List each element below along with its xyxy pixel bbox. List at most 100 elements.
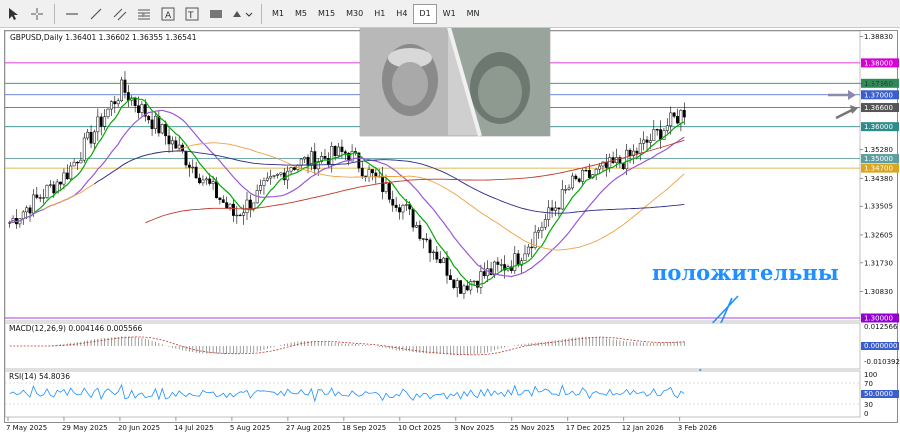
text-tool-icon[interactable]: A <box>157 3 179 25</box>
rsi-axis-50: 50.0000 <box>864 390 893 398</box>
candle-body <box>367 169 371 178</box>
label-tool-icon[interactable]: T <box>181 3 203 25</box>
candle-body <box>516 253 520 266</box>
fibonacci-icon[interactable]: F <box>133 3 155 25</box>
candle-body <box>537 230 540 233</box>
candle-body <box>526 246 530 255</box>
timeframe-m30[interactable]: M30 <box>341 4 368 24</box>
more-objects-icon[interactable] <box>229 3 255 25</box>
candle-body <box>228 203 232 208</box>
candle-body <box>679 109 683 124</box>
candle-body <box>194 166 198 179</box>
timeframe-h4[interactable]: H4 <box>391 4 412 24</box>
candle-body <box>89 131 93 144</box>
candle-body <box>126 92 130 101</box>
currency-photo-image <box>359 28 551 137</box>
level-tag-label: 1.35000 <box>864 155 893 163</box>
date-axis-label: 20 Jun 2025 <box>118 424 160 432</box>
candle-body <box>79 159 83 164</box>
candle-body <box>587 170 591 178</box>
svg-text:T: T <box>187 11 194 21</box>
date-axis-label: 17 Dec 2025 <box>566 424 611 432</box>
candle-body <box>543 219 547 228</box>
candle-body <box>201 179 205 184</box>
candle-body <box>445 257 449 276</box>
candle-body <box>133 97 137 106</box>
equidistant-channel-icon[interactable] <box>109 3 131 25</box>
candle-body <box>59 181 62 185</box>
candle-body <box>293 167 296 170</box>
macd-axis-bottom: -0.010392 <box>864 358 900 366</box>
level-tag-label: 1.38000 <box>864 59 893 67</box>
price-axis-label: 1.34380 <box>864 175 893 183</box>
candle-body <box>435 251 439 260</box>
candle-body <box>584 170 588 172</box>
candle-body <box>682 109 686 118</box>
candle-body <box>425 238 429 241</box>
timeframe-d1[interactable]: D1 <box>413 3 437 24</box>
candle-body <box>99 116 103 127</box>
candle-body <box>418 225 422 239</box>
shapes-icon[interactable] <box>205 3 227 25</box>
timeframe-m1[interactable]: M1 <box>267 4 289 24</box>
candle-body <box>272 175 276 177</box>
candle-body <box>157 115 161 134</box>
timeframe-m5[interactable]: M5 <box>290 4 312 24</box>
candle-body <box>387 183 391 200</box>
chart-header: GBPUSD,Daily 1.36401 1.36602 1.36355 1.3… <box>10 33 197 42</box>
price-axis-label: 1.30830 <box>864 288 893 296</box>
price-axis-label: 1.37360 <box>864 80 893 88</box>
candle-body <box>672 112 676 117</box>
cursor-icon[interactable] <box>2 3 24 25</box>
horizontal-line-icon[interactable] <box>61 3 83 25</box>
candle-body <box>621 163 625 170</box>
candle-body <box>123 79 127 93</box>
date-axis-label: 25 Nov 2025 <box>510 424 555 432</box>
candle-body <box>191 166 195 169</box>
candle-body <box>28 207 32 214</box>
svg-text:A: A <box>165 11 172 21</box>
candle-body <box>659 129 663 140</box>
chart-canvas[interactable]: 1.38000 1.37360 1.37000 1.36600 1.36000 1.350… <box>0 28 900 439</box>
trendline-icon[interactable] <box>85 3 107 25</box>
crosshair-icon[interactable] <box>26 3 48 25</box>
candle-body <box>48 184 52 186</box>
date-axis-label: 18 Sep 2025 <box>342 424 386 432</box>
candle-body <box>496 261 500 265</box>
candle-body <box>384 183 388 192</box>
candle-body <box>459 280 463 294</box>
timeframe-mn[interactable]: MN <box>462 4 485 24</box>
candle-body <box>262 180 266 186</box>
candle-body <box>174 140 178 149</box>
candle-body <box>469 281 473 291</box>
rsi-axis-100: 100 <box>864 371 877 379</box>
candle-body <box>598 165 601 170</box>
candle-body <box>69 165 73 180</box>
price-axis-label: 1.35280 <box>864 146 893 154</box>
timeframe-w1[interactable]: W1 <box>438 4 461 24</box>
price-axis-label: 1.38830 <box>864 33 893 41</box>
candle-body <box>160 124 164 134</box>
candle-body <box>438 258 442 264</box>
candle-body <box>608 157 612 168</box>
candle-body <box>259 185 262 191</box>
timeframe-h1[interactable]: H1 <box>369 4 390 24</box>
candle-body <box>360 167 364 177</box>
level-tag-label: 1.36000 <box>864 123 893 131</box>
candle-body <box>120 79 124 102</box>
toolbar-divider <box>54 3 55 24</box>
level-tag-label: 1.36600 <box>864 104 893 112</box>
candle-body <box>401 205 405 213</box>
level-tag-label: 1.37000 <box>864 91 893 99</box>
candle-body <box>154 115 157 129</box>
macd-label: MACD(12,26,9) 0.004146 0.005566 <box>9 324 143 333</box>
candle-body <box>231 203 235 216</box>
date-axis-label: 5 Aug 2025 <box>230 424 270 432</box>
candle-body <box>313 151 317 170</box>
candle-body <box>665 125 669 131</box>
macd-axis-top: 0.012566 <box>864 323 898 331</box>
candle-body <box>204 178 208 181</box>
candle-body <box>86 131 90 139</box>
candle-body <box>550 207 554 211</box>
timeframe-m15[interactable]: M15 <box>313 4 340 24</box>
